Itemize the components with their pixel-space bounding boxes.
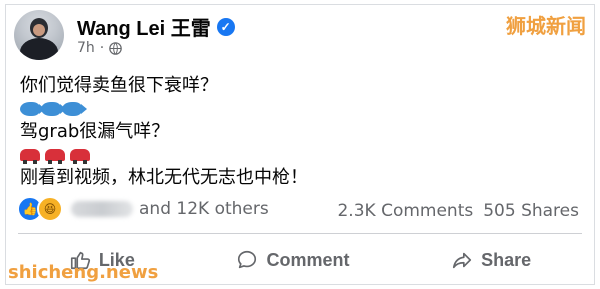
car-emoji-icon [20,149,40,164]
comments-count[interactable]: 2.3K Comments [337,201,473,221]
engagement-counts: 2.3K Comments 505 Shares [337,201,579,221]
post-meta: 7h · [77,40,123,56]
comment-icon [238,250,257,269]
share-button[interactable]: Share [451,249,531,271]
avatar-face [33,24,45,36]
comment-label: Comment [266,249,350,270]
blurred-user-name [71,201,133,217]
author-name[interactable]: Wang Lei 王雷 [77,12,211,41]
globe-icon [109,41,123,55]
share-label: Share [481,249,532,270]
watermark-logo-bottom: shicheng.news [8,262,159,283]
reaction-summary[interactable]: 👍 😆 and 12K others [17,196,269,222]
watermark-logo-top: 狮城新闻 [506,14,586,38]
post-time[interactable]: 7h [77,40,95,56]
reaction-names[interactable]: and 12K others [71,199,269,219]
divider [18,233,582,234]
haha-reaction-icon: 😆 [37,196,63,222]
shares-count[interactable]: 505 Shares [483,201,579,221]
car-emoji-icon [70,149,90,164]
comment-button[interactable]: Comment [236,249,350,271]
post-line-1: 你们觉得卖鱼很下衰咩？ [20,75,218,96]
reaction-count-text: and 12K others [139,199,269,219]
car-emoji-icon [45,149,65,164]
post-line-2: 驾grab很漏气咩？ [20,121,170,142]
fish-emoji-icon [41,102,66,116]
verified-badge-icon: ✓ [216,17,235,36]
avatar[interactable] [14,10,64,60]
author-name-row[interactable]: Wang Lei 王雷 ✓ [77,12,235,41]
fish-emoji-row [20,98,580,120]
post-line-3: 刚看到视频，林北无代无志也中枪！ [20,167,308,188]
fish-emoji-icon [62,102,87,116]
share-icon [453,252,472,269]
avatar-shoulders [20,38,58,60]
car-emoji-row [20,144,580,166]
post-body: 你们觉得卖鱼很下衰咩？ 驾grab很漏气咩？ 刚看到视频，林北无代无志也中枪！ [20,74,580,190]
fish-emoji-icon [20,102,45,116]
